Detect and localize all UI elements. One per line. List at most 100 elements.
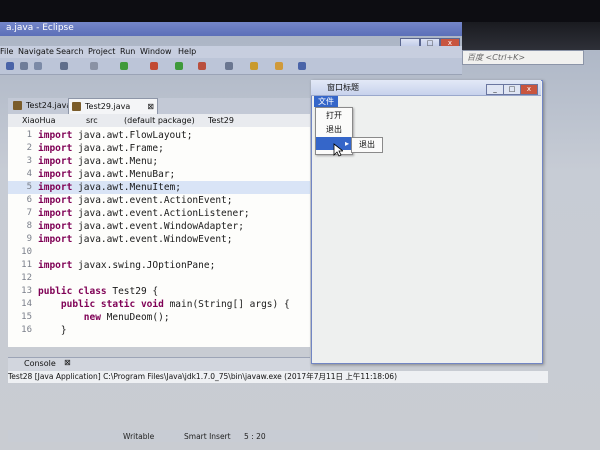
run-icon[interactable]: [120, 62, 128, 70]
code-rest: java.awt.MenuBar;: [72, 169, 176, 180]
code-keyword: import: [38, 221, 73, 232]
menu-run[interactable]: Run: [120, 47, 135, 56]
code-text: import javax.swing.JOptionPane;: [38, 259, 215, 272]
swing-menu-file[interactable]: 文件: [314, 96, 338, 107]
code-rest: java.awt.FlowLayout;: [72, 130, 193, 141]
tab-label: Test24.java: [26, 101, 72, 110]
line-number: 6: [26, 195, 32, 205]
menu-help[interactable]: Help: [178, 47, 196, 56]
breadcrumb-src[interactable]: src: [86, 116, 98, 125]
line-number: 9: [26, 234, 32, 244]
menu-project[interactable]: Project: [88, 47, 115, 56]
code-rest: java.awt.Frame;: [72, 143, 164, 154]
annotation-icon[interactable]: [298, 62, 306, 70]
code-keyword: public class: [38, 286, 107, 297]
menu-navigate[interactable]: Navigate: [18, 47, 54, 56]
line-number: 8: [26, 221, 32, 231]
code-line[interactable]: 13 public class Test29 {: [8, 285, 310, 298]
breadcrumb-package[interactable]: (default package): [124, 116, 195, 125]
code-line[interactable]: 5 import java.awt.MenuItem;: [8, 181, 310, 194]
line-number: 7: [26, 208, 32, 218]
menu-item-open[interactable]: 打开: [316, 109, 352, 122]
code-editor[interactable]: 1 import java.awt.FlowLayout; 2 import java…: [8, 127, 310, 347]
menu-search[interactable]: Search: [56, 47, 83, 56]
menu-window[interactable]: Window: [140, 47, 172, 56]
code-keyword: import: [38, 130, 73, 141]
status-insert-mode: Smart Insert: [184, 432, 231, 441]
code-rest: java.awt.Menu;: [72, 156, 159, 167]
new-icon[interactable]: [6, 62, 14, 70]
code-text: public static void main(String[] args) {: [38, 298, 290, 311]
code-text: import java.awt.event.ActionEvent;: [38, 194, 232, 207]
code-rest: java.awt.MenuItem;: [72, 182, 181, 193]
code-line[interactable]: 2 import java.awt.Frame;: [8, 142, 310, 155]
java-file-icon: [13, 101, 22, 110]
code-line[interactable]: 16 }: [8, 324, 310, 337]
eclipse-title-text: a.java - Eclipse: [6, 23, 74, 33]
mouse-cursor-icon: [333, 143, 343, 157]
stop-icon[interactable]: [150, 62, 158, 70]
menu-item-exit[interactable]: 退出: [316, 123, 352, 136]
code-text: new MenuDeom();: [38, 311, 170, 324]
code-rest: }: [38, 325, 67, 336]
monitor-bezel-top: [462, 22, 600, 50]
line-number: 14: [21, 299, 32, 309]
code-line[interactable]: 4 import java.awt.MenuBar;: [8, 168, 310, 181]
line-number: 15: [21, 312, 32, 322]
line-number: 5: [26, 182, 32, 192]
code-line[interactable]: 3 import java.awt.Menu;: [8, 155, 310, 168]
run-last-icon[interactable]: [175, 62, 183, 70]
quick-access-placeholder: 百度 <Ctrl+K>: [467, 53, 526, 62]
external-tools-icon[interactable]: [198, 62, 206, 70]
line-number: 2: [26, 143, 32, 153]
code-line[interactable]: 7 import java.awt.event.ActionListener;: [8, 207, 310, 220]
swing-minimize-button[interactable]: _: [486, 84, 504, 95]
code-text: public class Test29 {: [38, 285, 158, 298]
breadcrumb-project[interactable]: XiaoHua: [22, 116, 56, 125]
console-close-icon[interactable]: ⊠: [64, 358, 71, 367]
breadcrumb-class[interactable]: Test29: [208, 116, 234, 125]
breadcrumb: XiaoHua src (default package) Test29: [8, 114, 310, 128]
quick-access-input[interactable]: 百度 <Ctrl+K>: [462, 50, 584, 65]
debug-icon[interactable]: [60, 62, 68, 70]
swing-maximize-button[interactable]: □: [503, 84, 521, 95]
skip-icon[interactable]: [90, 62, 98, 70]
save-icon[interactable]: [20, 62, 28, 70]
code-line[interactable]: 6 import java.awt.event.ActionEvent;: [8, 194, 310, 207]
print-icon[interactable]: [34, 62, 42, 70]
code-line[interactable]: 1 import java.awt.FlowLayout;: [8, 129, 310, 142]
code-keyword: import: [38, 195, 73, 206]
swing-title-text: 窗口标题: [327, 83, 359, 92]
submenu-item-exit[interactable]: 退出: [351, 137, 383, 153]
code-keyword: import: [38, 156, 73, 167]
new-class-icon[interactable]: [225, 62, 233, 70]
line-number: 11: [21, 260, 32, 270]
code-rest: java.awt.event.ActionEvent;: [72, 195, 233, 206]
code-line[interactable]: 9 import java.awt.event.WindowEvent;: [8, 233, 310, 246]
code-text: import java.awt.Frame;: [38, 142, 164, 155]
code-line[interactable]: 8 import java.awt.event.WindowAdapter;: [8, 220, 310, 233]
status-cursor-position: 5 : 20: [244, 432, 266, 441]
code-line[interactable]: 12: [8, 272, 310, 285]
code-keyword: import: [38, 143, 73, 154]
search-icon[interactable]: [275, 62, 283, 70]
tab-close-icon[interactable]: ⊠: [147, 99, 154, 114]
open-type-icon[interactable]: [250, 62, 258, 70]
code-keyword: import: [38, 208, 73, 219]
swing-menubar: [312, 96, 541, 107]
console-view-tab[interactable]: Console ⊠: [8, 357, 310, 371]
code-line[interactable]: 14 public static void main(String[] args…: [8, 298, 310, 311]
swing-close-button[interactable]: x: [520, 84, 538, 95]
code-text: import java.awt.FlowLayout;: [38, 129, 192, 142]
code-rest: MenuDeom();: [100, 312, 170, 323]
eclipse-menubar: File Navigate Search Project Run Window …: [0, 46, 462, 58]
tab-test29[interactable]: Test29.java ⊠: [68, 98, 158, 114]
line-number: 13: [21, 286, 32, 296]
code-line[interactable]: 11 import javax.swing.JOptionPane;: [8, 259, 310, 272]
code-keyword: public static void: [38, 299, 164, 310]
line-number: 3: [26, 156, 32, 166]
code-line[interactable]: 15 new MenuDeom();: [8, 311, 310, 324]
java-file-icon: [72, 102, 81, 111]
code-line[interactable]: 10: [8, 246, 310, 259]
menu-file[interactable]: File: [0, 47, 13, 56]
